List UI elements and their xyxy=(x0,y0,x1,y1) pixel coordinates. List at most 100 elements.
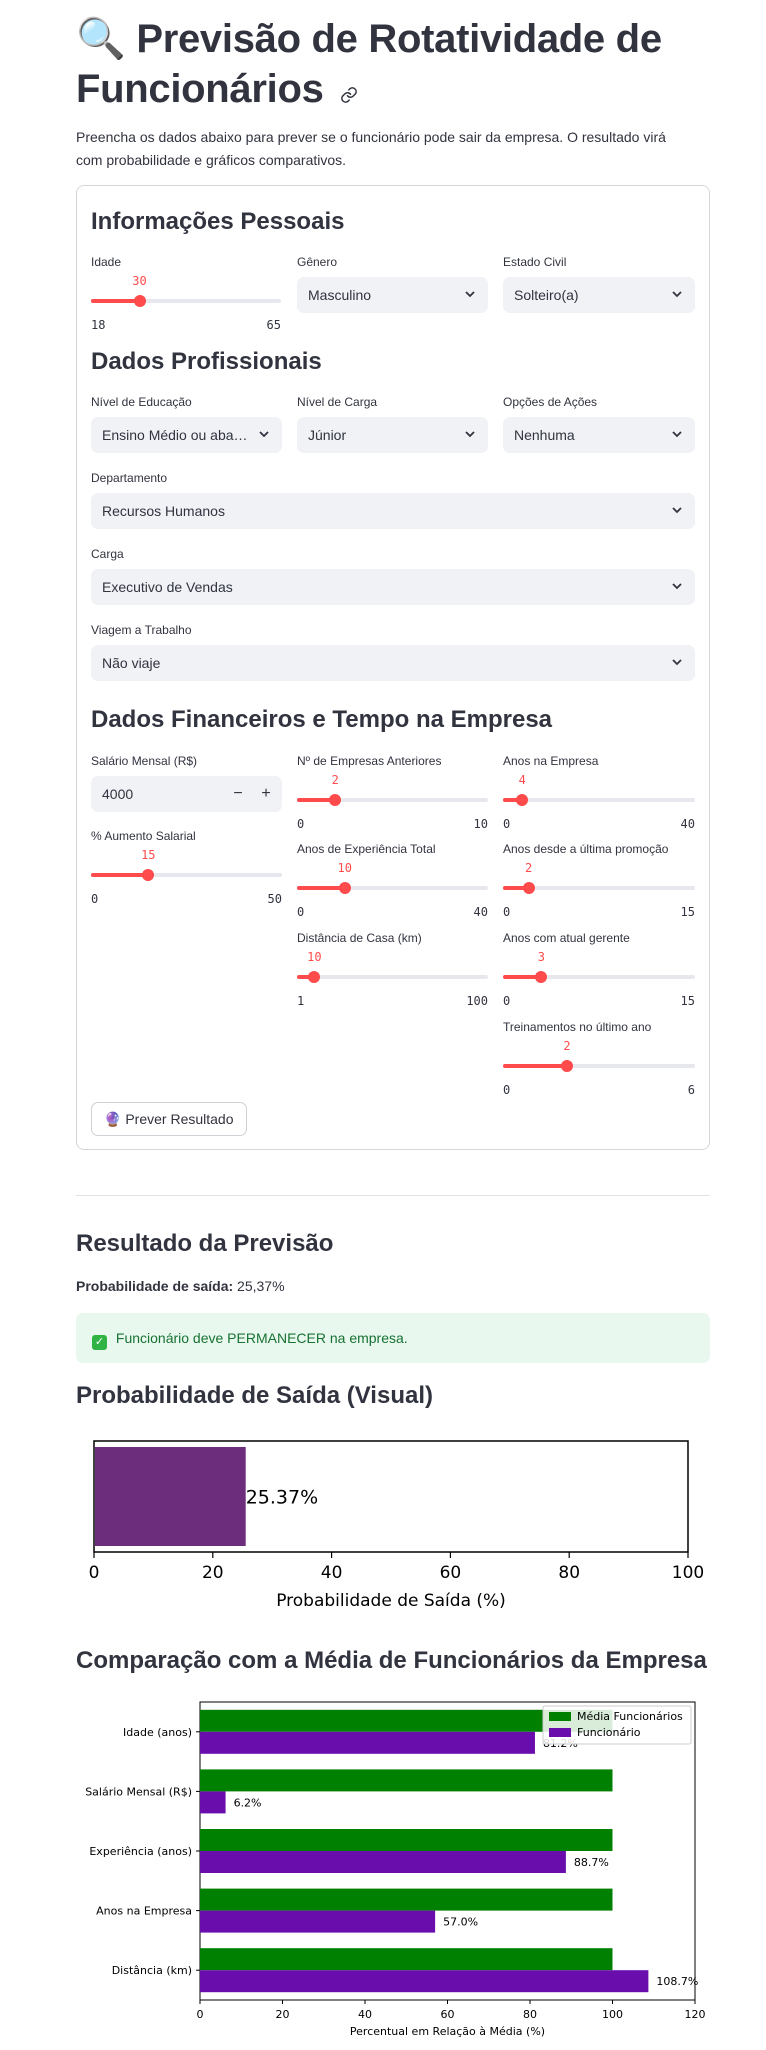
marital-label: Estado Civil xyxy=(503,255,567,269)
chevron-down-icon xyxy=(464,277,476,313)
x-tick-label: 120 xyxy=(685,2008,706,2021)
chevron-down-icon xyxy=(671,417,683,453)
y-tick-label: Anos na Empresa xyxy=(96,1905,192,1918)
gender-label: Gênero xyxy=(297,255,338,269)
slider-max: 15 xyxy=(680,994,695,1008)
salary-decrement-button[interactable]: − xyxy=(224,776,252,812)
slider-max: 65 xyxy=(266,318,281,332)
education-label: Nível de Educação xyxy=(91,395,192,409)
slider-value: 2 xyxy=(524,861,533,875)
probability-line: Probabilidade de saída: 25,37% xyxy=(76,1278,285,1294)
slider-thumb[interactable] xyxy=(338,882,351,894)
employee-bar xyxy=(200,1970,649,1993)
gender-select[interactable]: Masculino xyxy=(297,277,488,313)
slider-value: 30 xyxy=(132,274,147,288)
page-title: 🔍 Previsão de Rotatividade de Funcionári… xyxy=(76,14,716,116)
salary-increment-button[interactable]: + xyxy=(252,776,280,812)
chevron-down-icon xyxy=(671,645,683,681)
y-tick-label: Distância (km) xyxy=(112,1964,192,1977)
slider-thumb[interactable] xyxy=(561,1060,573,1072)
chevron-down-icon xyxy=(464,417,476,453)
slider-max: 40 xyxy=(680,817,695,831)
employee-bar xyxy=(200,1791,226,1814)
stock-select[interactable]: Nenhuma xyxy=(503,417,695,453)
predict-button[interactable]: 🔮 Prever Resultado xyxy=(91,1102,247,1136)
legend-swatch xyxy=(549,1712,571,1721)
chevron-down-icon xyxy=(671,569,683,605)
link-icon[interactable] xyxy=(340,66,358,116)
crystal-ball-icon: 🔮 xyxy=(104,1111,122,1127)
employee-bar xyxy=(200,1851,566,1873)
x-tick-label: 100 xyxy=(672,1563,704,1583)
department-label: Departamento xyxy=(91,471,168,485)
slider-max: 10 xyxy=(473,817,488,831)
x-tick-label: 80 xyxy=(558,1563,580,1583)
raise-slider[interactable]: 15 0 50 xyxy=(91,832,282,906)
probability-value: 25,37% xyxy=(237,1278,285,1294)
legend-swatch xyxy=(549,1728,571,1737)
marital-value: Solteiro(a) xyxy=(514,287,579,303)
result-heading: Resultado da Previsão xyxy=(76,1230,334,1257)
x-tick-label: 80 xyxy=(523,2008,537,2021)
slider-max: 50 xyxy=(267,892,282,906)
average-bar xyxy=(200,1948,613,1971)
department-select[interactable]: Recursos Humanos xyxy=(91,493,695,529)
years-company-slider[interactable]: 4 0 40 xyxy=(503,757,695,831)
employee-bar xyxy=(200,1910,436,1933)
gender-value: Masculino xyxy=(308,287,372,303)
section-financial-heading: Dados Financeiros e Tempo na Empresa xyxy=(91,706,553,733)
trainings-slider[interactable]: 2 0 6 xyxy=(503,1023,695,1097)
age-slider[interactable]: 30 18 65 xyxy=(91,258,281,332)
y-tick-label: Experiência (anos) xyxy=(89,1845,192,1858)
job-level-select[interactable]: Júnior xyxy=(297,417,488,453)
education-select[interactable]: Ensino Médio ou abaixo xyxy=(91,417,282,453)
bar-value-label: 108.7% xyxy=(656,1975,698,1988)
employee-bar xyxy=(200,1731,535,1754)
slider-thumb[interactable] xyxy=(516,794,529,806)
slider-thumb[interactable] xyxy=(522,882,535,894)
x-tick-label: 40 xyxy=(321,1563,343,1583)
slider-min: 0 xyxy=(503,994,511,1008)
slider-thumb[interactable] xyxy=(535,971,548,983)
bar-value-label: 6.2% xyxy=(234,1796,262,1809)
slider-value: 15 xyxy=(141,848,156,862)
with-manager-slider[interactable]: 3 0 15 xyxy=(503,934,695,1008)
check-icon: ✓ xyxy=(92,1335,107,1350)
slider-value: 10 xyxy=(337,861,352,875)
visual-heading: Probabilidade de Saída (Visual) xyxy=(76,1382,433,1409)
section-professional-heading: Dados Profissionais xyxy=(91,348,322,375)
magnifier-emoji: 🔍 xyxy=(76,17,126,61)
x-tick-label: 0 xyxy=(197,2008,204,2021)
average-bar xyxy=(200,1769,613,1792)
slider-min: 0 xyxy=(503,905,511,919)
section-personal-heading: Informações Pessoais xyxy=(91,208,345,235)
prev-companies-slider[interactable]: 2 0 10 xyxy=(297,757,488,831)
status-text: Funcionário deve PERMANECER na empresa. xyxy=(115,1330,408,1346)
slider-thumb[interactable] xyxy=(308,971,321,983)
salary-label: Salário Mensal (R$) xyxy=(91,754,198,768)
chevron-down-icon xyxy=(671,493,683,529)
status-alert: ✓ Funcionário deve PERMANECER na empresa… xyxy=(76,1313,710,1363)
total-exp-slider[interactable]: 10 0 40 xyxy=(297,845,488,919)
slider-min: 0 xyxy=(503,1083,511,1097)
chevron-down-icon xyxy=(671,277,683,313)
x-axis-label: Probabilidade de Saída (%) xyxy=(276,1591,506,1611)
predict-button-label: Prever Resultado xyxy=(125,1111,234,1127)
x-axis-label: Percentual em Relação à Média (%) xyxy=(350,2025,545,2038)
prediction-form: Informações Pessoais Idade 30 18 65 Gêner… xyxy=(76,185,710,1150)
slider-thumb[interactable] xyxy=(142,869,155,881)
slider-thumb[interactable] xyxy=(329,794,342,806)
slider-value: 2 xyxy=(331,773,339,787)
x-tick-label: 60 xyxy=(440,1563,462,1583)
travel-label: Viagem a Trabalho xyxy=(91,623,192,637)
stock-label: Opções de Ações xyxy=(503,395,598,409)
probability-bar xyxy=(95,1447,246,1546)
role-select[interactable]: Executivo de Vendas xyxy=(91,569,695,605)
travel-select[interactable]: Não viaje xyxy=(91,645,695,681)
since-promo-slider[interactable]: 2 0 15 xyxy=(503,845,695,919)
salary-input[interactable]: 4000 − + xyxy=(91,776,282,812)
slider-value: 10 xyxy=(307,950,322,964)
distance-slider[interactable]: 10 1 100 xyxy=(297,934,488,1008)
slider-thumb[interactable] xyxy=(133,295,146,307)
marital-select[interactable]: Solteiro(a) xyxy=(503,277,695,313)
